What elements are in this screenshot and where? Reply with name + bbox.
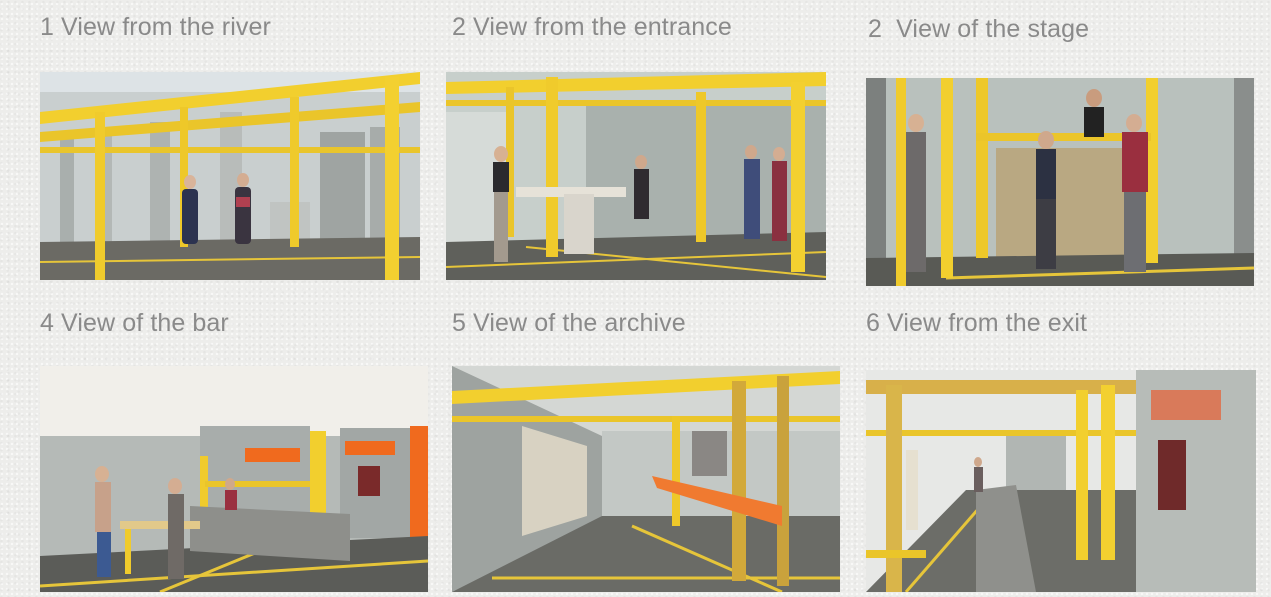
caption-view-of-the-bar: 4 View of the bar (40, 309, 229, 337)
photo-view-from-the-exit (866, 370, 1256, 592)
page: { "panels": [ { "caption": "1 View from … (0, 0, 1271, 597)
photo-view-of-the-bar (40, 366, 428, 592)
photo-view-of-the-stage (866, 78, 1254, 286)
caption-view-of-the-archive: 5 View of the archive (452, 309, 686, 337)
caption-view-from-the-river: 1 View from the river (40, 13, 271, 41)
caption-view-from-the-entrance: 2 View from the entrance (452, 13, 732, 41)
caption-view-from-the-exit: 6 View from the exit (866, 309, 1088, 337)
photo-view-from-the-river (40, 72, 420, 280)
caption-view-of-the-stage: 2 View of the stage (868, 15, 1090, 43)
photo-view-of-the-archive (452, 366, 840, 592)
photo-view-from-the-entrance (446, 72, 826, 280)
